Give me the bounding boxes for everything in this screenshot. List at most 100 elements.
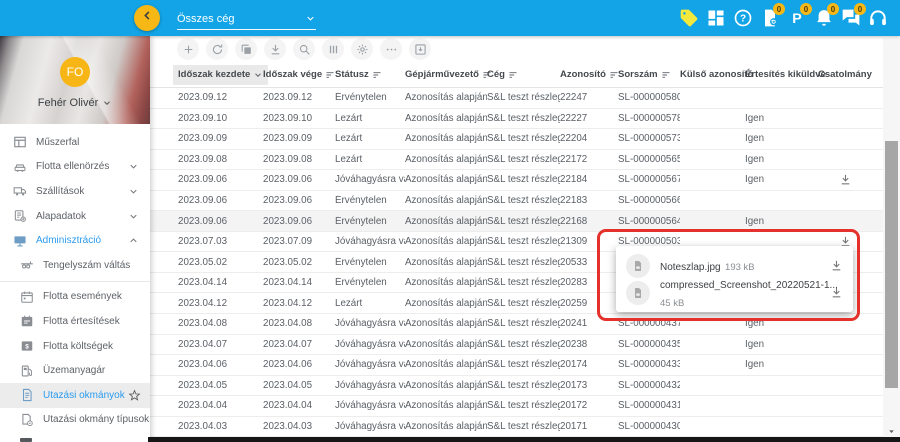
download-icon[interactable] bbox=[839, 173, 852, 186]
star-icon[interactable] bbox=[128, 389, 141, 402]
tag-button[interactable] bbox=[679, 8, 699, 28]
table-row[interactable]: 2023.09.092023.09.09LezártAzonosítás ala… bbox=[150, 129, 900, 150]
table-row[interactable]: 2023.09.122023.09.12ÉrvénytelenAzonosítá… bbox=[150, 88, 900, 109]
column-header[interactable]: Sorszám bbox=[618, 69, 680, 80]
parking-button[interactable]: P0 bbox=[787, 8, 807, 28]
svg-text:P: P bbox=[792, 11, 801, 27]
cell-start: 2023.04.03 bbox=[178, 421, 263, 432]
sidebar-item-flotta-rtes-t-sek[interactable]: Flotta értesítések bbox=[0, 309, 150, 334]
axle-icon bbox=[20, 258, 34, 272]
cut-off-menu-icon bbox=[20, 438, 32, 442]
download-button[interactable] bbox=[264, 38, 286, 60]
sidebar-item-sz-ll-t-sok[interactable]: Szállítások bbox=[0, 179, 150, 204]
chat-button[interactable]: 0 bbox=[841, 8, 861, 28]
column-label: Időszak kezdete bbox=[178, 69, 250, 80]
download-icon[interactable] bbox=[830, 259, 843, 272]
cell-id: 22247 bbox=[560, 92, 618, 103]
column-header[interactable]: Értesítés kiküldve bbox=[745, 69, 818, 80]
cell-id: 20173 bbox=[560, 380, 618, 391]
sidebar-item-utaz-si-okm-ny-t-pusok[interactable]: Utazási okmány típusok bbox=[0, 408, 150, 433]
search-button[interactable] bbox=[293, 38, 315, 60]
cell-id: 22227 bbox=[560, 113, 618, 124]
cell-driver: Azonosítás alapján bbox=[405, 92, 487, 103]
attachment-item[interactable]: compressed_Screenshot_20220521-1... 45 k… bbox=[616, 279, 853, 306]
vertical-scrollbar[interactable] bbox=[883, 38, 900, 437]
sidebar-item-flotta-k-lts-gek[interactable]: $Flotta költségek bbox=[0, 334, 150, 359]
sidebar-item-tengelysz-m-v-lt-s[interactable]: Tengelyszám váltás bbox=[0, 253, 150, 278]
table-row[interactable]: 2023.09.102023.09.10LezártAzonosítás ala… bbox=[150, 109, 900, 130]
bell-button[interactable]: 0 bbox=[814, 8, 834, 28]
notification-badge: 0 bbox=[773, 3, 785, 15]
sidebar-item-alapadatok[interactable]: Alapadatok bbox=[0, 204, 150, 229]
user-menu[interactable]: Fehér Olivér bbox=[0, 97, 150, 109]
refresh-button[interactable] bbox=[206, 38, 228, 60]
sidebar-item-flotta-esem-nyek[interactable]: Flotta események bbox=[0, 285, 150, 310]
export-button[interactable] bbox=[409, 38, 431, 60]
column-header[interactable]: Időszak kezdete bbox=[178, 65, 263, 85]
more-button[interactable] bbox=[380, 38, 402, 60]
table-row[interactable]: 2023.09.062023.09.06Jóváhagyásra várAzon… bbox=[150, 170, 900, 191]
column-header[interactable]: Státusz bbox=[335, 69, 405, 80]
sidebar-item-m-szerfal[interactable]: Műszerfal bbox=[0, 130, 150, 155]
table-row[interactable]: 2023.09.082023.09.08LezártAzonosítás ala… bbox=[150, 150, 900, 171]
table-row[interactable]: 2023.04.052023.04.05Jóváhagyásra várAzon… bbox=[150, 376, 900, 397]
column-header[interactable]: Külső azonosító bbox=[680, 69, 745, 80]
cell-driver: Azonosítás alapján bbox=[405, 154, 487, 165]
apps-button[interactable] bbox=[706, 8, 726, 28]
cell-status: Lezárt bbox=[335, 113, 405, 124]
sidebar-item-flotta-ellen-rz-s[interactable]: Flotta ellenörzés bbox=[0, 155, 150, 180]
administration-icon bbox=[13, 234, 27, 248]
column-header[interactable]: Azonosító bbox=[560, 69, 618, 80]
cell-company: S&L teszt részleg bbox=[487, 133, 560, 144]
settings-button[interactable] bbox=[351, 38, 373, 60]
table-row[interactable]: 2023.04.062023.04.06Jóváhagyásra várAzon… bbox=[150, 355, 900, 376]
cell-company: S&L teszt részleg bbox=[487, 298, 560, 309]
cell-id: 22168 bbox=[560, 216, 618, 227]
cell-notified: Igen bbox=[745, 339, 818, 350]
column-header[interactable]: Csatolmány bbox=[818, 69, 873, 80]
file-name: compressed_Screenshot_20220521-1... bbox=[660, 280, 838, 291]
help-button[interactable]: ? bbox=[733, 8, 753, 28]
copy-button[interactable] bbox=[235, 38, 257, 60]
cell-start: 2023.04.06 bbox=[178, 359, 263, 370]
sidebar: FO Fehér Olivér MűszerfalFlotta ellenörz… bbox=[0, 36, 150, 442]
cell-serial: SL-000000566 bbox=[618, 195, 680, 206]
table-row[interactable]: 2023.09.062023.09.06ÉrvénytelenAzonosítá… bbox=[150, 211, 900, 232]
cell-driver: Azonosítás alapján bbox=[405, 257, 487, 268]
columns-button[interactable] bbox=[322, 38, 344, 60]
column-header[interactable]: Gépjárművezető bbox=[405, 69, 487, 80]
bottom-scroll-bar[interactable] bbox=[148, 437, 900, 442]
profile-section: FO Fehér Olivér bbox=[0, 36, 150, 124]
cell-serial: SL-000000431 bbox=[618, 400, 680, 411]
add-button[interactable] bbox=[177, 38, 199, 60]
cell-driver: Azonosítás alapján bbox=[405, 195, 487, 206]
table-row[interactable]: 2023.09.062023.09.06ÉrvénytelenAzonosítá… bbox=[150, 191, 900, 212]
column-header[interactable]: Időszak vége bbox=[263, 69, 335, 80]
scrollbar-thumb[interactable] bbox=[885, 141, 898, 388]
column-header[interactable]: Cég bbox=[487, 69, 560, 80]
cell-start: 2023.09.06 bbox=[178, 174, 263, 185]
back-button[interactable] bbox=[134, 5, 160, 31]
table-row[interactable]: 2023.04.082023.04.08Jóváhagyásra várAzon… bbox=[150, 314, 900, 335]
download-icon[interactable] bbox=[830, 286, 843, 299]
cell-company: S&L teszt részleg bbox=[487, 359, 560, 370]
cell-start: 2023.09.06 bbox=[178, 195, 263, 206]
cell-status: Érvénytelen bbox=[335, 257, 405, 268]
sidebar-item--zemanyag-r[interactable]: Üzemanyagár bbox=[0, 358, 150, 383]
table-row[interactable]: 2023.04.042023.04.04Jóváhagyásra várAzon… bbox=[150, 396, 900, 417]
scrollbar-down-arrow[interactable] bbox=[887, 427, 896, 436]
attachment-cell[interactable] bbox=[818, 173, 873, 186]
sidebar-item-adminisztr-ci-[interactable]: Adminisztráció bbox=[0, 228, 150, 253]
table-row[interactable]: 2023.04.072023.04.07Jóváhagyásra várAzon… bbox=[150, 335, 900, 356]
table-row[interactable]: 2023.04.032023.04.03Jóváhagyásra várAzon… bbox=[150, 417, 900, 438]
sidebar-item-utaz-si-okm-nyok[interactable]: Utazási okmányok bbox=[0, 383, 150, 408]
cell-company: S&L teszt részleg bbox=[487, 257, 560, 268]
cell-end: 2023.04.07 bbox=[263, 339, 335, 350]
sidebar-item-label: Flotta események bbox=[43, 291, 122, 302]
sidebar-item-label: Utazási okmány típusok bbox=[43, 414, 149, 425]
sort-icon bbox=[508, 70, 518, 80]
report-button[interactable]: 0 bbox=[760, 8, 780, 28]
fleet-check-icon bbox=[13, 160, 27, 174]
company-select[interactable]: Összes cég bbox=[177, 8, 316, 30]
headset-button[interactable] bbox=[868, 8, 888, 28]
